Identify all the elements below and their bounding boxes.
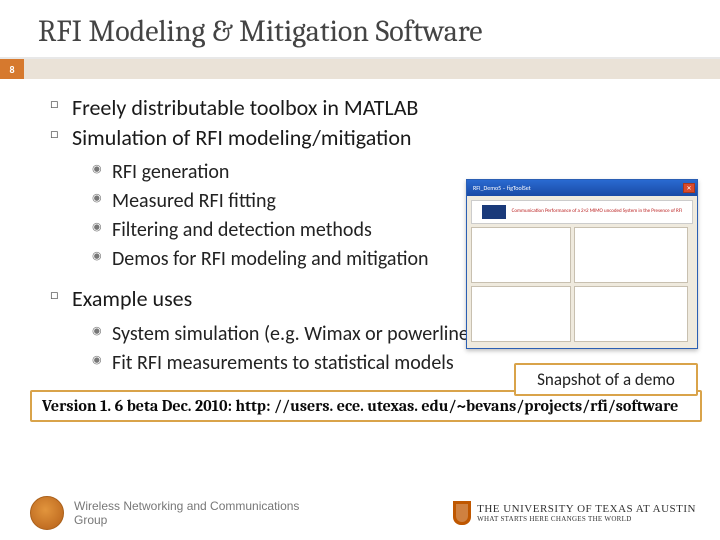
demo-panel	[574, 227, 688, 283]
ut-shield-icon	[453, 501, 471, 525]
wncg-text: Wireless Networking and Communications G…	[74, 499, 299, 528]
wncg-logo-icon	[30, 496, 64, 530]
bullet-item: Freely distributable toolbox in MATLAB	[50, 93, 694, 123]
demo-header-panel: Communication Performance of a 2×2 MIMO …	[471, 200, 693, 224]
version-note-text: Version 1. 6 beta Dec. 2010: http: //use…	[42, 397, 678, 415]
wncg-line2: Group	[74, 513, 299, 527]
demo-panel-grid	[471, 227, 693, 342]
snapshot-caption-text: Snapshot of a demo	[537, 369, 675, 390]
demo-panel	[471, 286, 571, 342]
slide: RFI Modeling & Mitigation Software 8 Fre…	[0, 0, 720, 540]
ut-line2: WHAT STARTS HERE CHANGES THE WORLD	[477, 515, 696, 523]
ut-line1: THE UNIVERSITY OF TEXAS AT AUSTIN	[477, 503, 696, 515]
demo-window-title: RFI_Demo5 – figToolSet	[469, 184, 531, 192]
snapshot-container: RFI_Demo5 – figToolSet ✕ Communication P…	[466, 179, 698, 349]
demo-screenshot: RFI_Demo5 – figToolSet ✕ Communication P…	[466, 179, 698, 349]
espl-logo	[482, 205, 506, 219]
demo-panel	[574, 286, 688, 342]
page-number-badge: 8	[0, 59, 24, 79]
ut-text-block: THE UNIVERSITY OF TEXAS AT AUSTIN WHAT S…	[477, 503, 696, 523]
title-bar: RFI Modeling & Mitigation Software	[0, 0, 720, 59]
slide-title: RFI Modeling & Mitigation Software	[38, 14, 720, 49]
slide-body: Freely distributable toolbox in MATLAB S…	[0, 79, 720, 378]
page-strip: 8	[0, 59, 720, 79]
strip-fill	[24, 59, 720, 79]
demo-header-text: Communication Performance of a 2×2 MIMO …	[512, 209, 683, 215]
ut-austin-block: THE UNIVERSITY OF TEXAS AT AUSTIN WHAT S…	[453, 501, 696, 525]
wncg-line1: Wireless Networking and Communications	[74, 499, 299, 513]
bullet-text: Simulation of RFI modeling/mitigation	[72, 124, 411, 151]
bullet-text: Example uses	[72, 285, 192, 312]
snapshot-caption-box: Snapshot of a demo	[514, 363, 698, 396]
close-icon: ✕	[683, 183, 695, 193]
demo-window-titlebar: RFI_Demo5 – figToolSet ✕	[467, 180, 697, 196]
slide-footer: Wireless Networking and Communications G…	[0, 496, 720, 530]
wncg-block: Wireless Networking and Communications G…	[30, 496, 299, 530]
demo-panel	[471, 227, 571, 283]
